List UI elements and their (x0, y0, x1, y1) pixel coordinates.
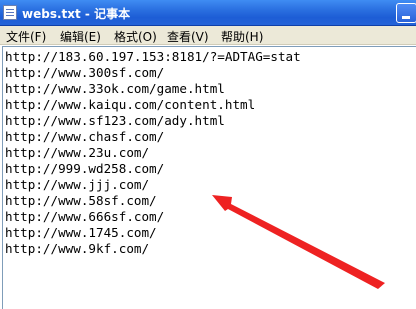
annotation-arrow-shape (212, 195, 385, 289)
annotation-arrow (212, 195, 385, 289)
